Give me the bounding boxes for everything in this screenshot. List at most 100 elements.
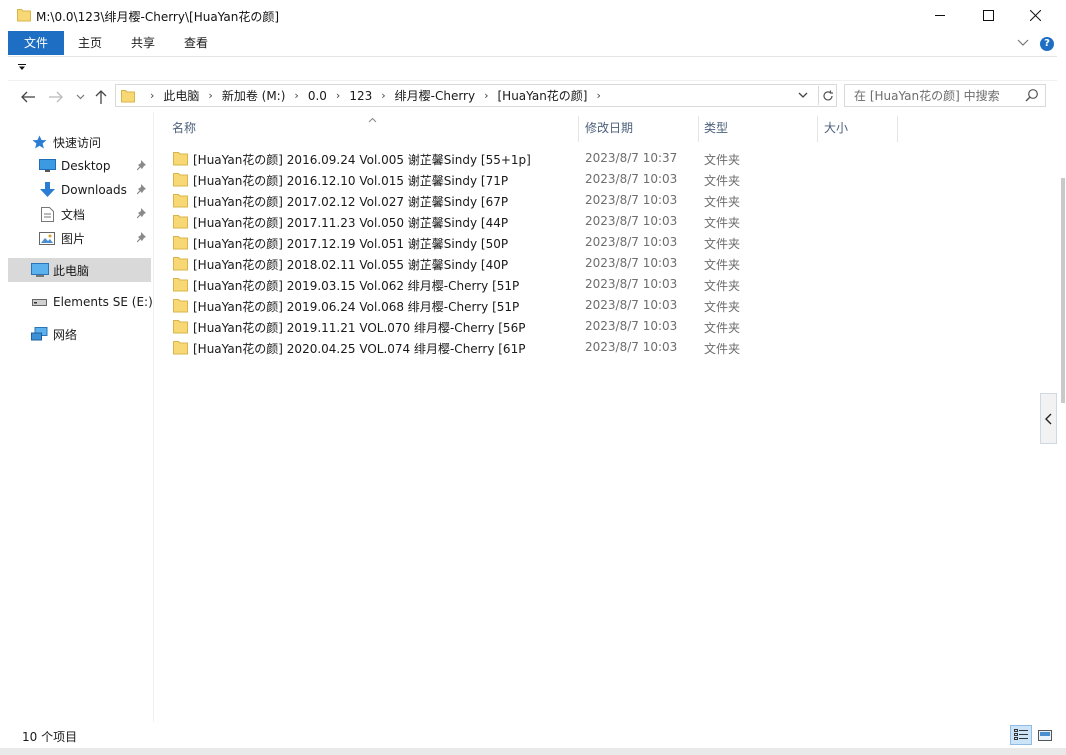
pin-icon[interactable]: [136, 184, 147, 198]
search-icon[interactable]: [1025, 88, 1039, 105]
breadcrumb-separator-icon[interactable]: ›: [208, 89, 212, 102]
breadcrumb-item-this-pc[interactable]: 此电脑: [163, 87, 199, 104]
nav-this-pc[interactable]: 此电脑: [8, 258, 151, 282]
drive-icon: [32, 298, 47, 307]
breadcrumb-item-folder-123[interactable]: 123: [349, 89, 372, 103]
breadcrumb-item-folder-00[interactable]: 0.0: [308, 89, 327, 103]
file-date: 2023/8/7 10:03: [585, 277, 678, 291]
file-row[interactable]: [HuaYan花の颜] 2016.09.24 Vol.005 谢芷馨Sindy …: [167, 148, 740, 169]
breadcrumb-separator-icon[interactable]: ›: [336, 89, 340, 102]
preview-pane-toggle[interactable]: [1040, 393, 1057, 444]
item-count: 10 个项目: [22, 730, 78, 744]
scrollbar-thumb[interactable]: [1061, 178, 1065, 403]
breadcrumb-separator-icon[interactable]: ›: [484, 89, 488, 102]
tab-share[interactable]: 共享: [118, 31, 168, 55]
address-dropdown-icon[interactable]: [797, 88, 809, 105]
file-date: 2023/8/7 10:03: [585, 256, 678, 270]
column-divider[interactable]: [897, 116, 898, 142]
breadcrumb-separator-icon[interactable]: ›: [294, 89, 298, 102]
file-date: 2023/8/7 10:03: [585, 298, 678, 312]
nav-item-label: Downloads: [61, 183, 127, 197]
maximize-button[interactable]: [965, 0, 1011, 31]
large-icons-view-button[interactable]: [1034, 725, 1056, 745]
file-list: 名称 修改日期 类型 大小 [HuaYan花の颜] 2016.09.24 Vol…: [155, 112, 1058, 722]
breadcrumb-item-drive[interactable]: 新加卷 (M:): [222, 87, 286, 104]
nav-drive-elements[interactable]: Elements SE (E:): [8, 290, 153, 314]
file-type: 文件夹: [704, 300, 741, 314]
quick-access-toolbar: [8, 56, 1058, 81]
refresh-icon: [822, 90, 833, 100]
search-input[interactable]: [845, 85, 1021, 106]
column-divider[interactable]: [817, 116, 818, 142]
breadcrumb-separator-icon[interactable]: ›: [150, 89, 154, 102]
file-row[interactable]: [HuaYan花の颜] 2020.04.25 VOL.074 绯月樱-Cherr…: [167, 337, 740, 358]
ribbon: 文件 主页 共享 查看 ?: [0, 31, 1066, 55]
help-button[interactable]: ?: [1040, 37, 1054, 51]
pin-icon[interactable]: [136, 232, 147, 246]
nav-quick-access[interactable]: 快速访问: [8, 130, 151, 154]
maximize-icon: [982, 10, 994, 21]
breadcrumb-item-cherry[interactable]: 绯月樱-Cherry: [395, 87, 475, 104]
address-bar[interactable]: › 此电脑 › 新加卷 (M:) › 0.0 › 123 › 绯月樱-Cherr…: [115, 84, 837, 107]
tab-home[interactable]: 主页: [66, 31, 114, 55]
up-button[interactable]: [91, 87, 111, 107]
folder-icon: [121, 88, 135, 106]
tab-view[interactable]: 查看: [171, 31, 221, 55]
minimize-button[interactable]: [917, 0, 963, 31]
column-header-size[interactable]: 大小: [824, 116, 894, 141]
folder-icon: [173, 319, 188, 337]
minimize-icon: [934, 15, 945, 16]
nav-item-label: 文档: [61, 207, 86, 222]
pin-icon[interactable]: [136, 208, 147, 222]
file-row[interactable]: [HuaYan花の颜] 2016.12.10 Vol.015 谢芷馨Sindy …: [167, 169, 740, 190]
file-row[interactable]: [HuaYan花の颜] 2019.11.21 VOL.070 绯月樱-Cherr…: [167, 316, 740, 337]
pictures-icon: [39, 231, 55, 245]
pane-divider[interactable]: [153, 112, 154, 722]
column-divider[interactable]: [698, 116, 699, 142]
file-type: 文件夹: [704, 216, 741, 230]
column-header-date[interactable]: 修改日期: [585, 116, 695, 141]
file-row[interactable]: [HuaYan花の颜] 2017.12.19 Vol.051 谢芷馨Sindy …: [167, 232, 740, 253]
breadcrumb-separator-icon[interactable]: ›: [596, 89, 600, 102]
file-row[interactable]: [HuaYan花の颜] 2017.11.23 Vol.050 谢芷馨Sindy …: [167, 211, 740, 232]
pin-icon[interactable]: [136, 160, 147, 174]
details-view-button[interactable]: [1010, 725, 1032, 745]
nav-item-downloads[interactable]: Downloads: [8, 178, 151, 202]
breadcrumb-item-current[interactable]: [HuaYan花の颜]: [498, 87, 588, 104]
nav-item-label: Desktop: [61, 159, 111, 173]
expand-ribbon-icon[interactable]: [1017, 36, 1029, 50]
close-button[interactable]: [1012, 0, 1058, 31]
file-name: [HuaYan花の颜] 2017.12.19 Vol.051 谢芷馨Sindy …: [193, 237, 509, 251]
file-type: 文件夹: [704, 153, 741, 167]
folder-icon: [173, 340, 188, 358]
nav-drive-label: Elements SE (E:): [53, 295, 153, 309]
nav-network-label: 网络: [53, 327, 78, 342]
file-row[interactable]: [HuaYan花の颜] 2017.02.12 Vol.027 谢芷馨Sindy …: [167, 190, 740, 211]
customize-toolbar-icon[interactable]: [18, 64, 26, 74]
forward-button[interactable]: [46, 87, 66, 107]
refresh-button[interactable]: [818, 86, 836, 105]
column-divider[interactable]: [578, 116, 579, 142]
file-row[interactable]: [HuaYan花の颜] 2019.03.15 Vol.062 绯月樱-Cherr…: [167, 274, 740, 295]
file-name: [HuaYan花の颜] 2017.02.12 Vol.027 谢芷馨Sindy …: [193, 195, 509, 209]
breadcrumb-separator-icon[interactable]: ›: [381, 89, 385, 102]
column-header-name[interactable]: 名称: [172, 116, 572, 141]
nav-network[interactable]: 网络: [8, 322, 151, 346]
forward-arrow-icon: [49, 91, 63, 103]
column-header-type[interactable]: 类型: [704, 116, 814, 141]
back-button[interactable]: [18, 87, 38, 107]
tab-file[interactable]: 文件: [8, 31, 64, 55]
downloads-icon: [40, 182, 55, 198]
recent-locations-button[interactable]: [70, 87, 90, 107]
nav-item-documents[interactable]: 文档: [8, 202, 151, 226]
folder-icon: [173, 235, 188, 253]
nav-item-desktop[interactable]: Desktop: [8, 154, 151, 178]
desktop-icon: [39, 159, 56, 173]
nav-item-pictures[interactable]: 图片: [8, 226, 151, 250]
file-date: 2023/8/7 10:37: [585, 151, 678, 165]
file-row[interactable]: [HuaYan花の颜] 2018.02.11 Vol.055 谢芷馨Sindy …: [167, 253, 740, 274]
file-type: 文件夹: [704, 321, 741, 335]
file-date: 2023/8/7 10:03: [585, 193, 678, 207]
search-box[interactable]: [844, 84, 1046, 107]
file-row[interactable]: [HuaYan花の颜] 2019.06.24 Vol.068 绯月樱-Cherr…: [167, 295, 740, 316]
